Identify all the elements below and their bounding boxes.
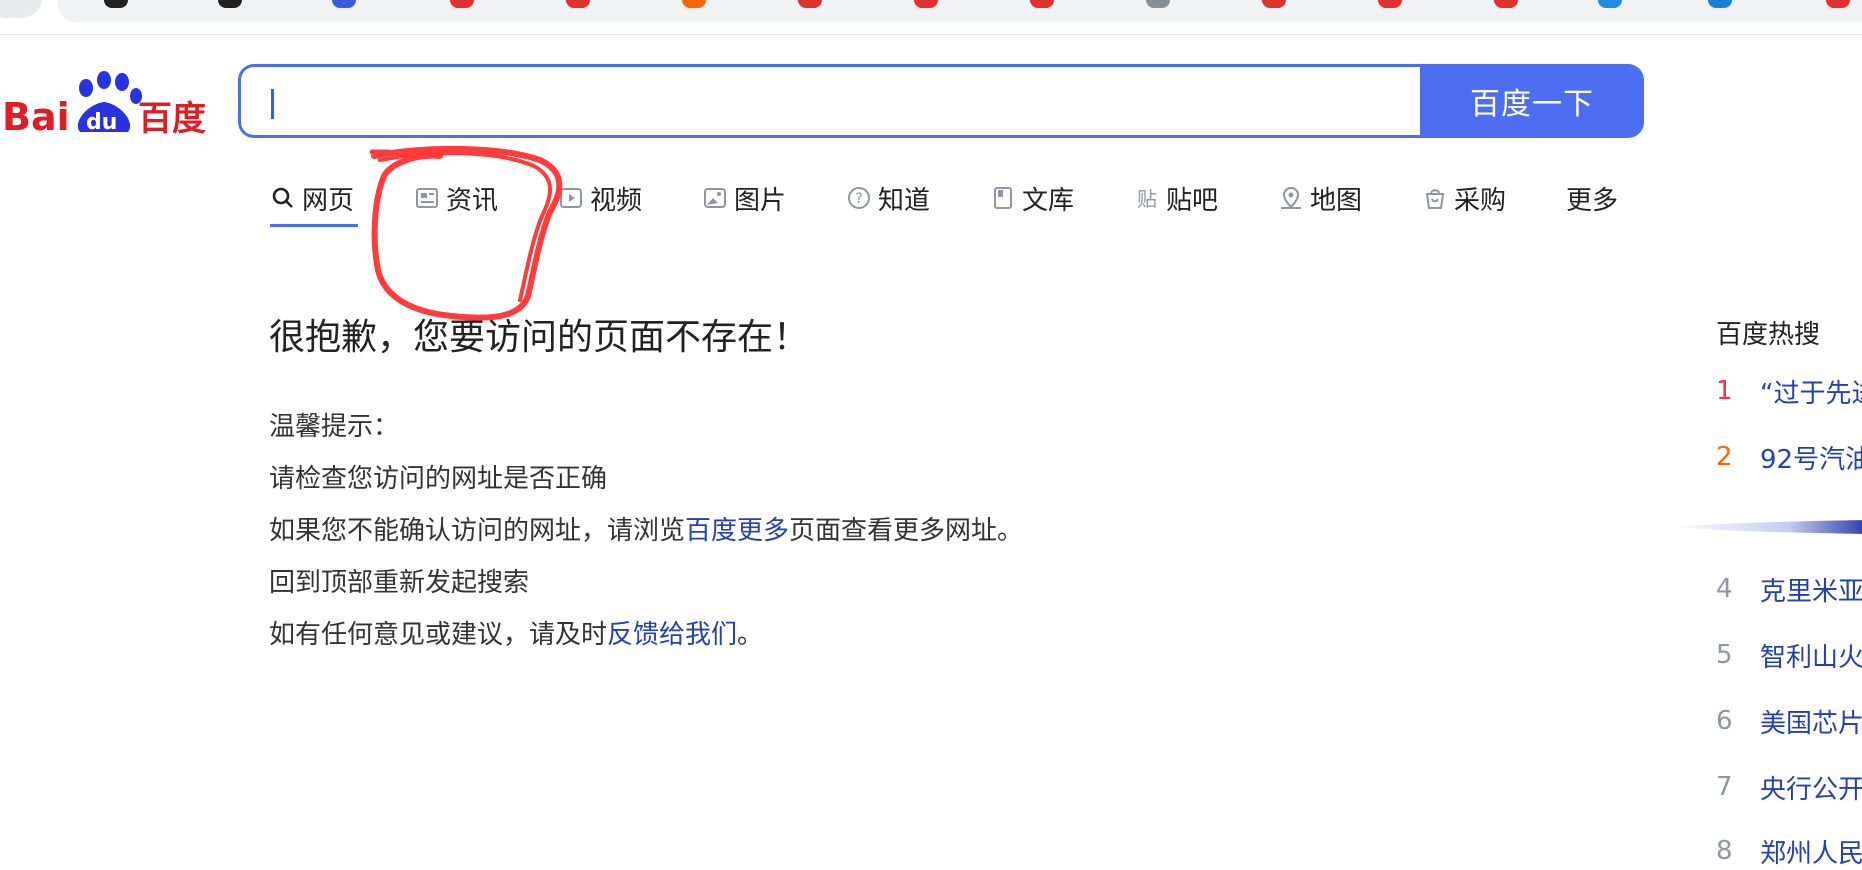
tab-video[interactable]: 视频 — [558, 180, 642, 216]
search-input[interactable] — [255, 77, 1399, 127]
logo-latin-text: Bai — [2, 95, 70, 138]
hot-rank: 2 — [1716, 442, 1733, 472]
hot-text: 郑州人民 — [1760, 838, 1862, 869]
search-button[interactable]: 百度一下 — [1420, 64, 1644, 138]
tab-more[interactable]: 更多 — [1566, 180, 1618, 216]
tab-label: 采购 — [1454, 185, 1507, 216]
tab-label: 知道 — [878, 185, 931, 216]
news-icon — [414, 185, 440, 211]
hot-item[interactable]: 2 92号汽油 — [1716, 440, 1862, 475]
svg-text:?: ? — [855, 191, 862, 207]
hot-rank: 5 — [1716, 640, 1733, 670]
bookmarks-pill — [58, 0, 1862, 22]
tab-cap[interactable] — [0, 0, 42, 18]
document-icon — [990, 185, 1016, 211]
tip-heading: 温馨提示： — [269, 412, 400, 442]
hot-item[interactable]: 8 郑州人民 — [1716, 834, 1862, 869]
tip-line-2-pre: 如果您不能确认访问的网址，请浏览 — [269, 516, 686, 546]
hot-item[interactable]: 6 美国芯片 — [1716, 704, 1862, 739]
hot-banner-graphic[interactable] — [1668, 516, 1862, 538]
question-icon: ? — [846, 185, 872, 211]
error-title: 很抱歉，您要访问的页面不存在！ — [269, 317, 810, 358]
tip-line-1: 请检查您访问的网址是否正确 — [269, 464, 608, 494]
hot-rank: 7 — [1716, 772, 1733, 802]
text-caret — [271, 89, 274, 119]
search-box[interactable] — [238, 64, 1422, 138]
tip-line-4-pre: 如有任何意见或建议，请及时 — [269, 620, 608, 650]
video-icon — [558, 185, 584, 211]
map-pin-icon — [1278, 185, 1304, 211]
hot-text: 央行公开 — [1760, 774, 1862, 805]
hot-text: 克里米亚 — [1760, 576, 1862, 607]
bookmarks-bar — [0, 0, 1862, 35]
logo-cn-text: 百度 — [138, 99, 206, 138]
tieba-icon: 贴 — [1134, 185, 1160, 211]
tab-map[interactable]: 地图 — [1278, 180, 1362, 216]
shopping-bag-icon — [1422, 185, 1448, 211]
logo-du-text: du — [86, 110, 117, 135]
hot-rank: 4 — [1716, 574, 1733, 604]
hot-search-title: 百度热搜 — [1716, 320, 1821, 350]
tab-label: 视频 — [590, 185, 643, 216]
tab-zhidao[interactable]: ? 知道 — [846, 180, 930, 216]
svg-text:贴: 贴 — [1137, 187, 1157, 211]
tab-images[interactable]: 图片 — [702, 180, 786, 216]
baidu-logo[interactable]: Bai du 百度 — [0, 66, 210, 139]
tip-line-2: 如果您不能确认访问的网址，请浏览百度更多页面查看更多网址。 — [269, 510, 1023, 547]
hot-rank: 6 — [1716, 706, 1733, 736]
hot-text: 美国芯片 — [1760, 708, 1862, 739]
hot-rank: 1 — [1716, 376, 1733, 406]
tip-line-4-post: 。 — [737, 620, 764, 650]
tab-purchase[interactable]: 采购 — [1422, 180, 1506, 216]
tip-line-4: 如有任何意见或建议，请及时反馈给我们。 — [269, 614, 763, 651]
tab-news[interactable]: 资讯 — [414, 180, 498, 216]
feedback-link[interactable]: 反馈给我们 — [607, 620, 737, 650]
hot-item[interactable]: 5 智利山火 — [1716, 638, 1862, 673]
hot-item[interactable]: 4 克里米亚 — [1716, 572, 1862, 607]
hot-text: “过于先进 — [1760, 378, 1862, 409]
active-tab-indicator — [270, 224, 358, 227]
search-icon — [270, 185, 296, 211]
tab-label: 网页 — [302, 185, 355, 216]
hot-item[interactable]: 1 “过于先进 — [1716, 374, 1862, 409]
tip-line-2-post: 页面查看更多网址。 — [789, 516, 1024, 546]
tab-label: 地图 — [1310, 185, 1363, 216]
tip-line-3: 回到顶部重新发起搜索 — [269, 568, 530, 598]
tab-label: 图片 — [734, 185, 787, 216]
tab-wenku[interactable]: 文库 — [990, 180, 1074, 216]
hot-item[interactable]: 7 央行公开 — [1716, 770, 1862, 805]
tab-label: 资讯 — [446, 185, 499, 216]
baidu-more-link[interactable]: 百度更多 — [685, 516, 789, 546]
hot-text: 智利山火 — [1760, 642, 1862, 673]
image-icon — [702, 185, 728, 211]
hot-text: 92号汽油 — [1760, 444, 1862, 475]
tab-web[interactable]: 网页 — [270, 180, 354, 216]
tab-label: 文库 — [1022, 185, 1075, 216]
tab-tieba[interactable]: 贴 贴吧 — [1134, 180, 1218, 216]
tab-label: 贴吧 — [1166, 185, 1219, 216]
tab-label: 更多 — [1566, 185, 1619, 216]
hot-rank: 8 — [1716, 836, 1733, 866]
